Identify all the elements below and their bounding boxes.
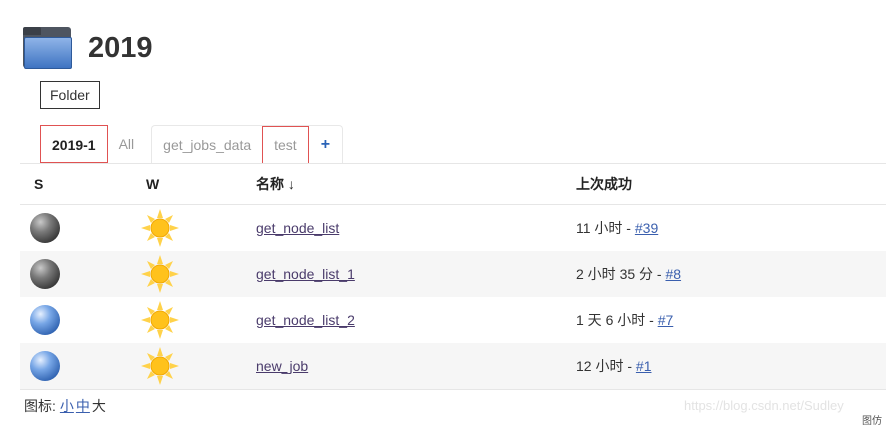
status-grey-ball-icon[interactable] — [30, 213, 60, 243]
table-row: get_node_list 11 小时 - #39 — [20, 204, 886, 251]
tab-all[interactable]: All — [108, 125, 146, 163]
build-link[interactable]: #39 — [635, 220, 658, 236]
job-link[interactable]: get_node_list — [256, 220, 339, 236]
page-header: 2019 — [22, 24, 153, 72]
job-link[interactable]: get_node_list_1 — [256, 266, 355, 282]
job-link[interactable]: get_node_list_2 — [256, 312, 355, 328]
weather-sunny-icon[interactable] — [140, 300, 180, 340]
header-last-success[interactable]: 上次成功 — [576, 163, 886, 205]
icon-size-legend: 图标: 小中大 — [24, 396, 106, 416]
watermark-corner: 图仿 — [862, 416, 882, 427]
table-header-row: S W 名称 ↓ 上次成功 — [20, 163, 886, 205]
icon-size-small-link[interactable]: 小 — [60, 398, 74, 414]
status-blue-ball-icon[interactable] — [30, 305, 60, 335]
weather-sunny-icon[interactable] — [140, 208, 180, 248]
view-tabs: 2019-1 All get_jobs_data test + — [40, 125, 344, 164]
header-status[interactable]: S — [20, 163, 146, 205]
table-row: new_job 12 小时 - #1 — [20, 343, 886, 390]
last-success-time: 1 天 6 小时 - — [576, 312, 658, 328]
last-success-time: 12 小时 - — [576, 358, 636, 374]
last-success-time: 2 小时 35 分 - — [576, 266, 666, 282]
build-link[interactable]: #7 — [658, 312, 674, 328]
folder-icon — [22, 26, 74, 70]
tab-get-jobs-data[interactable]: get_jobs_data — [152, 126, 262, 163]
icon-size-large-current: 大 — [91, 398, 106, 414]
jobs-table: S W 名称 ↓ 上次成功 get_node_list 11 小时 - #39 … — [20, 163, 886, 390]
tab-test[interactable]: test — [262, 126, 309, 164]
build-link[interactable]: #8 — [665, 266, 681, 282]
build-link[interactable]: #1 — [636, 358, 652, 374]
add-view-button[interactable]: + — [309, 126, 342, 163]
tab-2019-1[interactable]: 2019-1 — [40, 125, 108, 163]
header-name[interactable]: 名称 ↓ — [242, 163, 576, 205]
header-weather[interactable]: W — [146, 163, 242, 205]
table-row: get_node_list_2 1 天 6 小时 - #7 — [20, 297, 886, 343]
job-link[interactable]: new_job — [256, 358, 308, 374]
icon-size-label: 图标: — [24, 398, 56, 414]
tab-group: get_jobs_data test + — [151, 125, 344, 164]
status-grey-ball-icon[interactable] — [30, 259, 60, 289]
folder-description: Folder — [40, 81, 100, 109]
weather-sunny-icon[interactable] — [140, 346, 180, 386]
table-row: get_node_list_1 2 小时 35 分 - #8 — [20, 251, 886, 297]
watermark: https://blog.csdn.net/Sudley — [684, 398, 844, 413]
page-title: 2019 — [88, 31, 153, 64]
last-success-time: 11 小时 - — [576, 220, 635, 236]
status-blue-ball-icon[interactable] — [30, 351, 60, 381]
icon-size-medium-link[interactable]: 中 — [76, 398, 90, 414]
weather-sunny-icon[interactable] — [140, 254, 180, 294]
